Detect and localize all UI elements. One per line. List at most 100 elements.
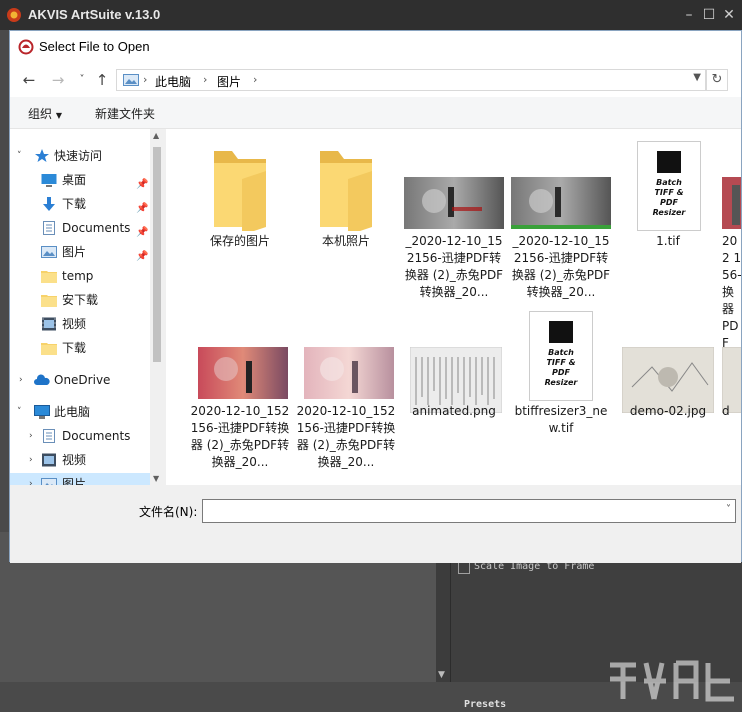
file-open-dialog: Select File to Open ← → ˅ ↑ › 此电脑 › 图片 ›… xyxy=(9,30,742,563)
app-title: AKVIS ArtSuite v.13.0 xyxy=(28,7,161,22)
organize-button[interactable]: 组织 ▼ xyxy=(28,105,62,122)
chevron-down-icon[interactable]: ˅ xyxy=(17,401,22,423)
file-item[interactable]: d xyxy=(722,307,741,477)
minimize-icon[interactable]: – xyxy=(680,6,698,24)
chevron-right-icon[interactable]: › xyxy=(29,425,33,447)
svg-text:PDF: PDF xyxy=(660,198,679,207)
pictures-icon xyxy=(41,478,57,485)
recent-locations-chevron-icon[interactable]: ˅ xyxy=(72,71,92,89)
nav-quick-access[interactable]: ˅ 快速访问 xyxy=(10,145,150,167)
file-item[interactable]: Batch TIFF & PDF Resizer 1.tif xyxy=(616,137,720,257)
maximize-icon[interactable]: ☐ xyxy=(700,6,718,24)
address-dropdown-icon[interactable]: ▼ xyxy=(693,72,701,83)
file-item[interactable]: 2020-12-10_152156-迅捷PDF转换器 (2)_赤兔PDF转换器_… xyxy=(294,307,398,477)
back-arrow-icon[interactable]: ← xyxy=(19,71,39,89)
breadcrumb-this-pc[interactable]: 此电脑 xyxy=(155,73,191,90)
svg-text:Resizer: Resizer xyxy=(545,378,579,387)
dialog-title: Select File to Open xyxy=(39,39,150,54)
nav-pc-documents[interactable]: › Documents xyxy=(10,425,150,447)
folder-icon xyxy=(320,151,372,231)
nav-item-videos[interactable]: 视频 xyxy=(10,313,150,335)
nav-item-temp[interactable]: temp xyxy=(10,265,150,287)
nav-item-desktop[interactable]: 桌面 📌 xyxy=(10,169,150,191)
file-item[interactable]: Batch TIFF & PDF Resizer btiffresizer3_n… xyxy=(509,307,613,477)
svg-text:Batch: Batch xyxy=(656,178,682,187)
file-list: 保存的图片 本机照片 _2020-12-10_152156-迅捷PDF转换器 (… xyxy=(166,129,741,485)
breadcrumb-pictures[interactable]: 图片 xyxy=(217,73,241,90)
file-item[interactable]: demo-02.jpg xyxy=(616,307,720,477)
chevron-right-icon[interactable]: › xyxy=(29,473,33,485)
folder-icon xyxy=(41,343,57,355)
image-thumbnail xyxy=(404,177,504,229)
nav-pc-pictures[interactable]: › 图片 xyxy=(10,473,150,485)
nav-pane-scrollbar[interactable]: ▲ ▼ xyxy=(150,129,164,485)
breadcrumb-chevron-icon[interactable]: › xyxy=(253,73,257,86)
nav-this-pc[interactable]: ˅ 此电脑 xyxy=(10,401,150,423)
new-folder-button[interactable]: 新建文件夹 xyxy=(95,105,155,122)
filename-label: 文件名(N): xyxy=(139,505,198,519)
batch-resizer-thumbnail: Batch TIFF & PDF Resizer xyxy=(529,311,593,401)
navigation-bar: ← → ˅ ↑ › 此电脑 › 图片 › ▼ ↻ xyxy=(10,63,741,97)
navigation-pane: ˅ 快速访问 桌面 📌 下载 📌 Documents 📌 图片 📌 temp 安… xyxy=(10,129,164,485)
breadcrumb-chevron-icon[interactable]: › xyxy=(203,73,207,86)
chevron-right-icon[interactable]: › xyxy=(19,369,23,391)
scroll-up-icon[interactable]: ▲ xyxy=(153,131,159,140)
nav-onedrive[interactable]: › OneDrive xyxy=(10,369,150,391)
video-icon xyxy=(42,453,56,467)
dialog-titlebar: Select File to Open xyxy=(10,31,741,63)
command-toolbar: 组织 ▼ 新建文件夹 xyxy=(10,97,741,129)
nav-item-downloads[interactable]: 下载 📌 xyxy=(10,193,150,215)
cloud-icon xyxy=(34,374,50,385)
file-item[interactable]: 本机照片 xyxy=(294,137,398,257)
star-icon xyxy=(35,149,49,162)
svg-text:Batch: Batch xyxy=(548,348,574,357)
file-item[interactable]: _2020-12-10_152156-迅捷PDF转换器 (2)_赤兔PDF转换器… xyxy=(509,137,613,307)
chevron-down-icon[interactable]: ˅ xyxy=(17,145,22,167)
svg-text:Resizer: Resizer xyxy=(653,208,687,217)
watermark-logo xyxy=(610,660,734,702)
svg-text:TIFF &: TIFF & xyxy=(654,188,683,197)
download-icon xyxy=(43,197,55,211)
app-titlebar: AKVIS ArtSuite v.13.0 – ☐ ✕ xyxy=(0,0,742,30)
nav-item-pictures[interactable]: 图片 📌 xyxy=(10,241,150,263)
svg-text:TIFF &: TIFF & xyxy=(546,358,575,367)
breadcrumb-chevron-icon[interactable]: › xyxy=(143,73,147,86)
scale-image-checkbox[interactable] xyxy=(458,562,470,574)
file-item[interactable]: 保存的图片 xyxy=(188,137,292,257)
file-item[interactable]: _2020-12-10_152156-迅捷PDF转换器 (2)_赤兔PDF转换器… xyxy=(402,137,506,307)
scrollbar-thumb[interactable] xyxy=(153,147,161,362)
nav-item-anxiazai[interactable]: 安下载 xyxy=(10,289,150,311)
nav-pc-videos[interactable]: › 视频 xyxy=(10,449,150,471)
image-thumbnail xyxy=(198,347,288,399)
close-icon[interactable]: ✕ xyxy=(720,6,738,24)
address-bar[interactable]: › 此电脑 › 图片 › ▼ xyxy=(116,69,706,91)
akvis-logo-icon xyxy=(7,8,21,22)
forward-arrow-icon[interactable]: → xyxy=(48,71,68,89)
pictures-icon xyxy=(41,246,57,258)
akvis-app-icon xyxy=(18,39,34,55)
filename-input[interactable]: ˅ xyxy=(202,499,736,523)
file-item[interactable]: 202 156- 换器 PDF xyxy=(722,137,741,350)
nav-item-download-folder[interactable]: 下载 xyxy=(10,337,150,359)
documents-icon xyxy=(43,429,55,443)
desktop-icon xyxy=(41,174,57,187)
file-item[interactable]: animated.png xyxy=(402,307,506,477)
scroll-down-icon[interactable]: ▼ xyxy=(153,474,159,483)
image-thumbnail xyxy=(722,177,741,229)
image-thumbnail xyxy=(304,347,394,399)
documents-icon xyxy=(43,221,55,235)
up-arrow-icon[interactable]: ↑ xyxy=(92,71,112,89)
image-thumbnail xyxy=(511,177,611,229)
batch-resizer-thumbnail: Batch TIFF & PDF Resizer xyxy=(637,141,701,231)
file-item[interactable]: 2020-12-10_152156-迅捷PDF转换器 (2)_赤兔PDF转换器_… xyxy=(188,307,292,477)
chevron-down-icon[interactable]: ˅ xyxy=(726,504,731,515)
filename-area: 文件名(N): ˅ xyxy=(10,485,741,563)
chevron-right-icon[interactable]: › xyxy=(29,449,33,471)
video-icon xyxy=(42,317,56,331)
nav-item-documents[interactable]: Documents 📌 xyxy=(10,217,150,239)
folder-icon xyxy=(41,295,57,307)
scroll-down-icon[interactable]: ▼ xyxy=(438,670,445,680)
presets-label: Presets xyxy=(464,699,507,710)
organize-dropdown-icon: ▼ xyxy=(55,111,62,120)
refresh-icon[interactable]: ↻ xyxy=(706,69,728,91)
